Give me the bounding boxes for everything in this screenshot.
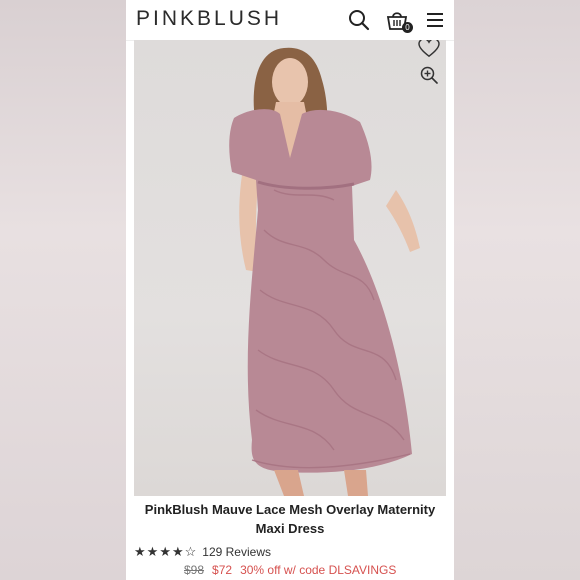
blurred-background-left [0,0,126,580]
site-header: PINKBLUSH 0 [126,0,454,41]
star-full-icon: ★ [171,544,184,559]
star-rating: ★ ★ ★ ★ ☆ [134,544,196,560]
price-row: $98 $72 30% off w/ code DLSAVINGS [184,563,396,577]
blurred-background-right [454,0,580,580]
star-empty-icon: ☆ [184,544,197,559]
star-full-icon: ★ [146,544,159,559]
product-page: PINKBLUSH 0 PinkBlush Mauve Lace Mesh Ov… [126,0,454,580]
star-full-icon: ★ [134,544,146,559]
sale-price: $72 [212,563,233,577]
search-icon[interactable] [348,9,370,31]
product-image[interactable] [134,40,446,496]
zoom-in-icon[interactable] [420,66,438,84]
heart-icon[interactable] [418,40,440,58]
model-in-dress-illustration [229,47,420,496]
brand-logo[interactable]: PINKBLUSH [136,7,282,31]
cart-count-badge: 0 [402,22,413,33]
star-full-icon: ★ [159,544,171,559]
original-price: $98 [184,563,205,577]
reviews-link[interactable]: 129 Reviews [202,545,271,559]
hamburger-menu-icon[interactable] [424,9,446,31]
product-title: PinkBlush Mauve Lace Mesh Overlay Matern… [144,502,436,536]
promo-code-text: 30% off w/ code DLSAVINGS [240,563,397,577]
rating-row[interactable]: ★ ★ ★ ★ ☆ 129 Reviews [134,544,271,560]
